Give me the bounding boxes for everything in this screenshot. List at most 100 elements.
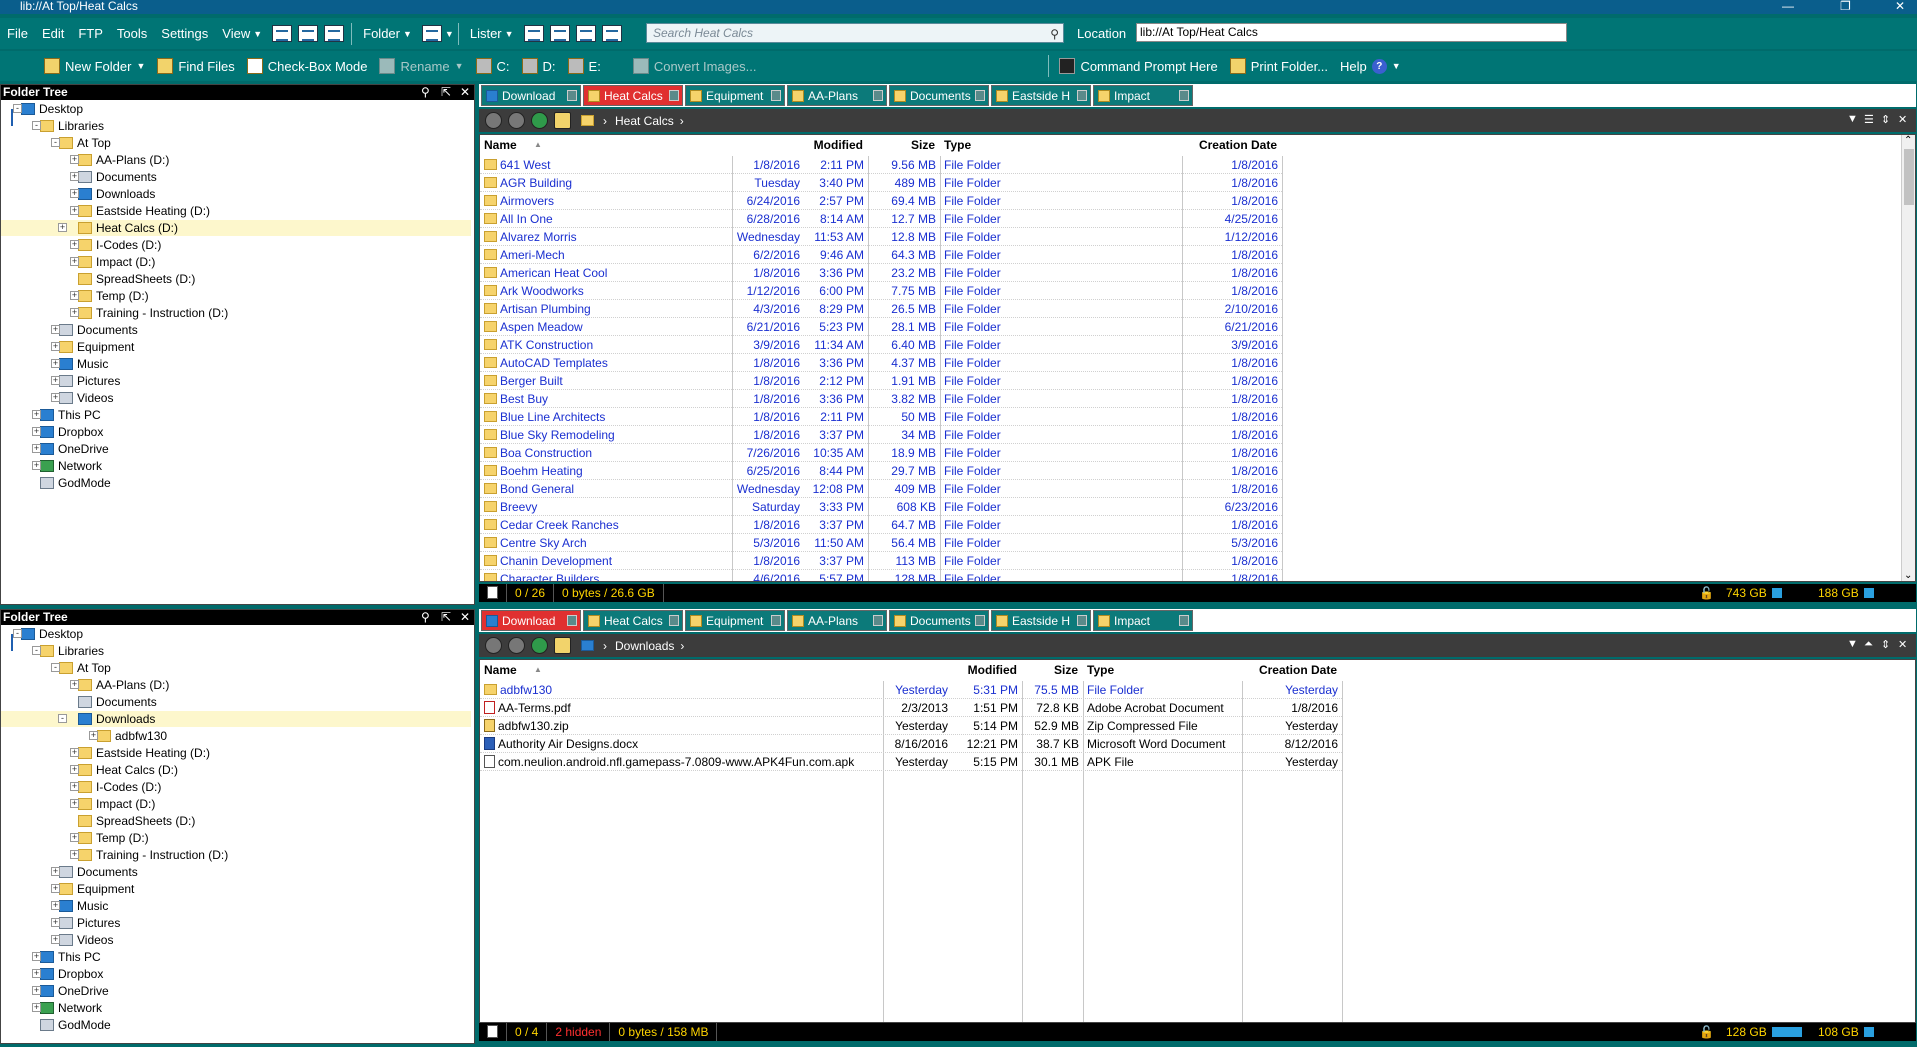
table-row[interactable]: Ark Woodworks 1/12/2016 6:00 PM 7.75 MB File… — [480, 282, 1282, 300]
menu-tools[interactable]: Tools — [110, 18, 154, 49]
tab-impact[interactable]: Impact — [1093, 85, 1193, 106]
table-row[interactable]: Aspen Meadow 6/21/2016 5:23 PM 28.1 MB File … — [480, 318, 1282, 336]
tree-node[interactable]: + Eastside Heating (D:) — [70, 745, 210, 761]
cell-name[interactable]: Ameri-Mech — [484, 246, 730, 264]
column-header-name[interactable]: Name — [484, 135, 517, 156]
tab-lock-icon[interactable] — [669, 615, 679, 626]
table-row[interactable]: AGR Building Tuesday 3:40 PM 489 MB File Fol… — [480, 174, 1282, 192]
table-row[interactable]: Artisan Plumbing 4/3/2016 8:29 PM 26.5 MB Fi… — [480, 300, 1282, 318]
tree-expander-icon[interactable]: + — [70, 291, 79, 300]
close-icon[interactable]: ✕ — [460, 85, 470, 100]
close-icon[interactable]: ✕ — [1895, 0, 1905, 13]
vertical-scrollbar[interactable]: ⌃ ⌄ — [1901, 135, 1915, 581]
tree-node[interactable]: + OneDrive — [32, 441, 109, 457]
tree-expander-icon[interactable]: + — [51, 376, 60, 385]
table-row[interactable]: Breevy Saturday 3:33 PM 608 KB File Folder 6/… — [480, 498, 1282, 516]
tree-node[interactable]: + Eastside Heating (D:) — [70, 203, 210, 219]
cell-name[interactable]: 641 West — [484, 156, 730, 174]
tree-expander-icon[interactable]: + — [70, 680, 79, 689]
sort-ascending-icon[interactable]: ▲ — [534, 665, 542, 674]
table-row[interactable]: Alvarez Morris Wednesday 11:53 AM 12.8 MB Fi… — [480, 228, 1282, 246]
cell-name[interactable]: AutoCAD Templates — [484, 354, 730, 372]
tree-node[interactable]: - Desktop — [13, 626, 83, 642]
table-row[interactable]: ATK Construction 3/9/2016 11:34 AM 6.40 MB F… — [480, 336, 1282, 354]
close-icon[interactable]: ✕ — [1898, 638, 1907, 651]
tree-expander-icon[interactable]: + — [58, 223, 67, 232]
table-row[interactable]: Blue Line Architects 1/8/2016 2:11 PM 50 MB… — [480, 408, 1282, 426]
single-pane-icon[interactable] — [523, 25, 544, 42]
tree-node[interactable]: + OneDrive — [32, 983, 109, 999]
tree-expander-icon[interactable]: + — [32, 427, 41, 436]
cell-name[interactable]: Berger Built — [484, 372, 730, 390]
status-hidden[interactable]: 2 hidden — [547, 1023, 611, 1041]
tree-node[interactable]: + Music — [51, 898, 108, 914]
column-header-name[interactable]: Name — [484, 660, 517, 681]
chevron-down-icon[interactable]: ▼ — [1392, 61, 1401, 71]
up-icon[interactable] — [531, 637, 548, 654]
minimize-icon[interactable]: — — [1782, 0, 1794, 13]
menu-view[interactable]: View ▼ — [215, 18, 269, 49]
tree-node[interactable]: + Pictures — [51, 915, 120, 931]
column-header-type[interactable]: Type — [944, 135, 971, 156]
drive-d-button[interactable]: D: — [516, 51, 562, 81]
cell-name[interactable]: Boa Construction — [484, 444, 730, 462]
pin-icon[interactable]: ⇱ — [441, 85, 451, 100]
menu-file[interactable]: File — [0, 18, 35, 49]
cell-name[interactable]: AA-Terms.pdf — [484, 699, 881, 717]
tree-node[interactable]: + Heat Calcs (D:) — [1, 220, 471, 236]
table-row[interactable]: All In One 6/28/2016 8:14 AM 12.7 MB File Fo… — [480, 210, 1282, 228]
tab-download[interactable]: Download — [481, 85, 581, 106]
tab-download[interactable]: Download — [481, 610, 581, 631]
tab-lock-icon[interactable] — [669, 90, 679, 101]
back-icon[interactable] — [485, 112, 502, 129]
scroll-up-icon[interactable]: ⌃ — [1904, 135, 1912, 146]
cell-name[interactable]: Breevy — [484, 498, 730, 516]
tree-expander-icon[interactable]: + — [32, 986, 41, 995]
cell-name[interactable]: Artisan Plumbing — [484, 300, 730, 318]
tab-documents[interactable]: Documents — [889, 85, 989, 106]
tree-expander-icon[interactable]: + — [70, 172, 79, 181]
tree-expander-icon[interactable]: + — [70, 240, 79, 249]
tree-node[interactable]: Documents — [78, 694, 157, 710]
tree-node[interactable]: + I-Codes (D:) — [70, 779, 161, 795]
tree-node[interactable]: + Videos — [51, 932, 113, 948]
column-header-created[interactable]: Creation Date — [1162, 135, 1277, 156]
tree-expander-icon[interactable]: + — [70, 833, 79, 842]
search-icon[interactable]: ⚲ — [421, 610, 430, 625]
cell-name[interactable]: Best Buy — [484, 390, 730, 408]
tree-expander-icon[interactable]: + — [51, 884, 60, 893]
list-view-icon[interactable] — [298, 25, 319, 42]
tree-node[interactable]: + Heat Calcs (D:) — [70, 762, 178, 778]
tree-node[interactable]: + Equipment — [51, 339, 134, 355]
tree-node[interactable]: + Equipment — [51, 881, 134, 897]
new-folder-button[interactable]: New Folder ▼ — [38, 51, 151, 81]
tab-lock-icon[interactable] — [873, 615, 883, 626]
tab-equipment[interactable]: Equipment — [685, 610, 785, 631]
tree-expander-icon[interactable]: + — [70, 206, 79, 215]
tab-eastside-h[interactable]: Eastside H — [991, 610, 1091, 631]
table-row[interactable]: Character Builders 4/6/2016 5:57 PM 128 MB F… — [480, 570, 1282, 581]
tree-expander-icon[interactable]: + — [70, 799, 79, 808]
tree-node[interactable]: + Videos — [51, 390, 113, 406]
tree-node[interactable]: SpreadSheets (D:) — [78, 271, 195, 287]
tree-node[interactable]: + Pictures — [51, 373, 120, 389]
pin-icon[interactable]: ⇱ — [441, 610, 451, 625]
tab-impact[interactable]: Impact — [1093, 610, 1193, 631]
tree-node[interactable]: + Music — [51, 356, 108, 372]
cell-name[interactable]: adbfw130 — [484, 681, 881, 699]
tree-expander-icon[interactable]: - — [58, 714, 67, 723]
location-input[interactable]: lib://At Top/Heat Calcs — [1136, 23, 1567, 42]
tree-node[interactable]: + Dropbox — [32, 424, 103, 440]
tree-expander-icon[interactable]: + — [70, 765, 79, 774]
close-icon[interactable]: ✕ — [1898, 113, 1907, 126]
tree-node[interactable]: + Network — [32, 458, 102, 474]
table-row[interactable]: Berger Built 1/8/2016 2:12 PM 1.91 MB File F… — [480, 372, 1282, 390]
help-button[interactable]: Help? ▼ — [1334, 51, 1407, 81]
table-row[interactable]: Bond General Wednesday 12:08 PM 409 MB File … — [480, 480, 1282, 498]
tree-node[interactable]: + This PC — [32, 407, 101, 423]
tab-lock-icon[interactable] — [1179, 90, 1189, 101]
tab-lock-icon[interactable] — [771, 615, 781, 626]
tree-expander-icon[interactable]: + — [51, 901, 60, 910]
sort-ascending-icon[interactable]: ▲ — [534, 140, 542, 149]
tree-node[interactable]: - At Top — [51, 135, 111, 151]
